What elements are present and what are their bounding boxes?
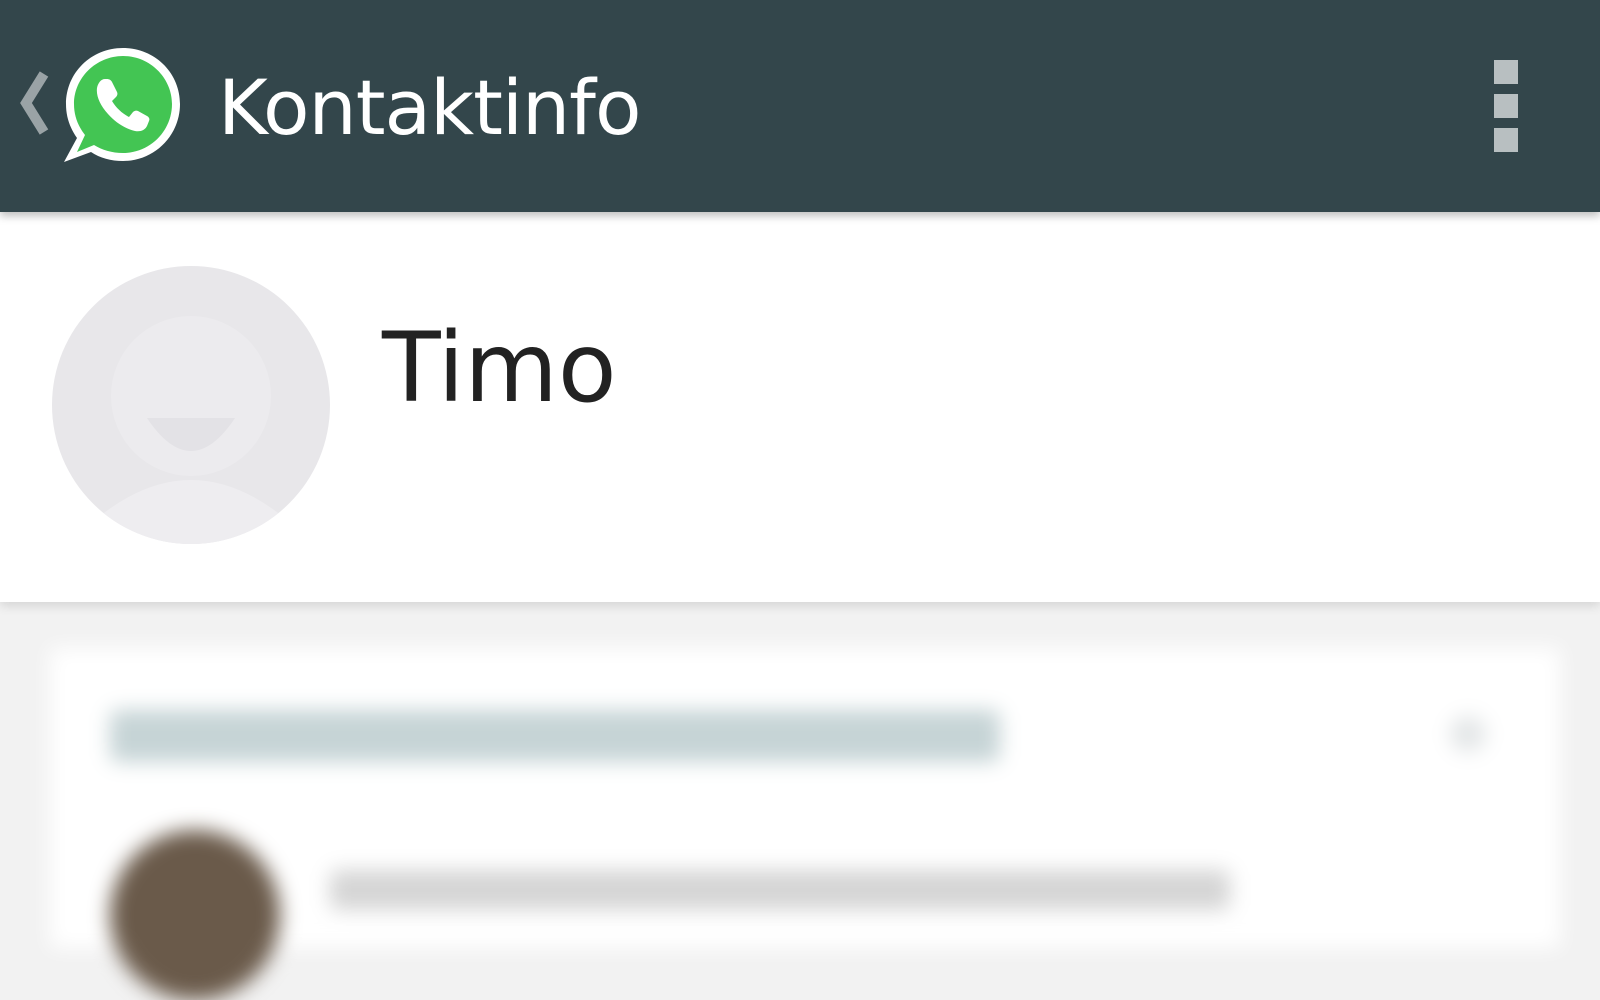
contact-name: Timo xyxy=(382,312,617,424)
blurred-avatar xyxy=(110,830,280,1000)
blurred-text-line xyxy=(330,870,1230,910)
page-title: Kontaktinfo xyxy=(218,63,641,152)
menu-dot-icon xyxy=(1494,128,1518,152)
chevron-left-icon[interactable] xyxy=(14,70,54,136)
blurred-heading xyxy=(110,710,1000,762)
default-avatar-icon xyxy=(100,316,282,544)
contact-header-card: Timo xyxy=(0,212,1600,602)
contact-avatar[interactable] xyxy=(52,266,330,544)
blurred-content-section xyxy=(0,620,1600,1000)
whatsapp-logo-icon[interactable] xyxy=(60,42,186,168)
app-bar: Kontaktinfo xyxy=(0,0,1600,212)
menu-dot-icon xyxy=(1494,60,1518,84)
blurred-chevron-icon xyxy=(1450,716,1486,752)
more-options-button[interactable] xyxy=(1478,56,1534,156)
menu-dot-icon xyxy=(1494,94,1518,118)
